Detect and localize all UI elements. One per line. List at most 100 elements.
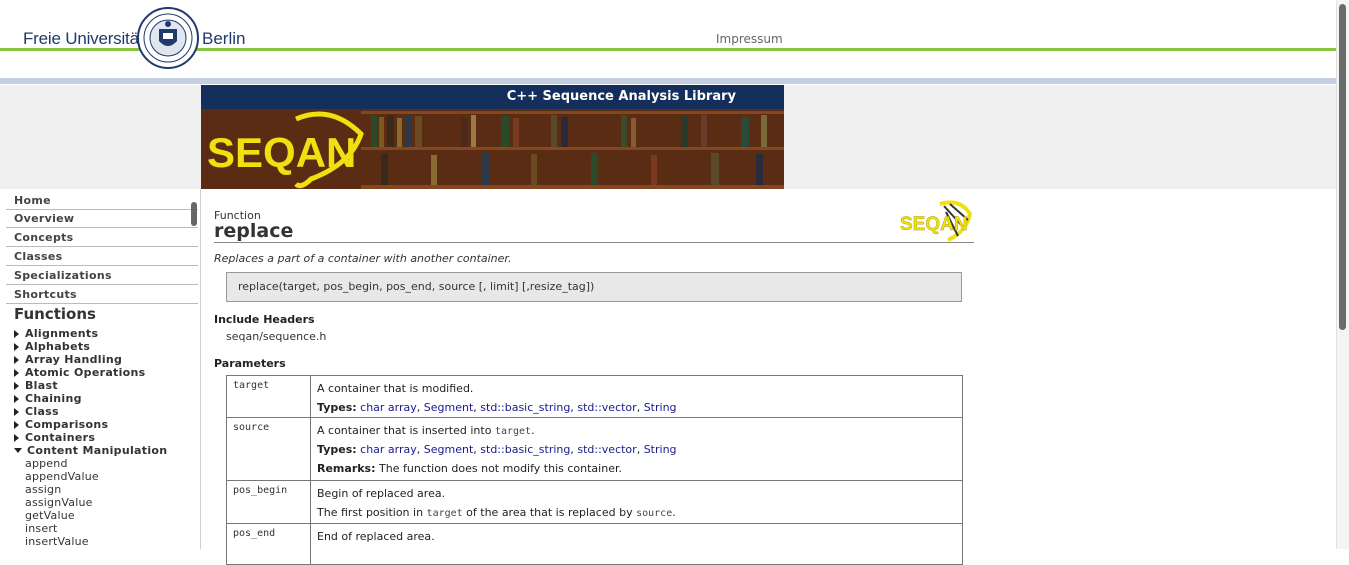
param-types: Types: char array, Segment, std::basic_s… bbox=[317, 443, 677, 456]
category-label: Chaining bbox=[25, 392, 82, 405]
fu-seal-icon[interactable] bbox=[137, 7, 199, 69]
remarks-label: Remarks: bbox=[317, 462, 376, 475]
types-label: Types: bbox=[317, 401, 357, 414]
banner-title-bar: C++ Sequence Analysis Library bbox=[201, 85, 784, 109]
nav-item-shortcuts[interactable]: Shortcuts bbox=[6, 285, 198, 304]
category-label: Containers bbox=[25, 431, 96, 444]
type-link-basic-string[interactable]: std::basic_string bbox=[480, 443, 570, 456]
bookshelf-image: SEQAN bbox=[201, 109, 784, 189]
param-row-pos-begin: pos_begin Begin of replaced area. The fi… bbox=[227, 481, 962, 524]
category-label: Comparisons bbox=[25, 418, 109, 431]
parameters-table: target A container that is modified. Typ… bbox=[226, 375, 963, 565]
function-link-appendvalue[interactable]: appendValue bbox=[25, 470, 99, 483]
category-array-handling[interactable]: Array Handling bbox=[14, 353, 122, 366]
desc-text: . bbox=[531, 424, 535, 437]
function-link-append[interactable]: append bbox=[25, 457, 68, 470]
param-row-pos-end: pos_end End of replaced area. bbox=[227, 524, 962, 565]
param-name-cell: pos_end bbox=[227, 524, 311, 564]
seqan-small-logo[interactable]: SEQAN bbox=[900, 198, 972, 246]
fu-header: Freie Universität Berlin Impressum bbox=[0, 0, 1349, 85]
nav-item-classes[interactable]: Classes bbox=[6, 247, 198, 266]
category-label: Alphabets bbox=[25, 340, 91, 353]
page-title: replace bbox=[214, 220, 294, 242]
expand-arrow-icon bbox=[14, 369, 19, 377]
doc-summary: Replaces a part of a container with anot… bbox=[214, 252, 512, 265]
include-header-file: seqan/sequence.h bbox=[226, 330, 327, 343]
param-description: A container that is modified. bbox=[317, 382, 474, 395]
desc-text: A container that is inserted into bbox=[317, 424, 492, 437]
function-link-insert[interactable]: insert bbox=[25, 522, 58, 535]
expand-arrow-icon bbox=[14, 421, 19, 429]
expand-arrow-icon bbox=[14, 408, 19, 416]
nav-label: Concepts bbox=[14, 231, 74, 244]
type-link-string[interactable]: String bbox=[644, 443, 677, 456]
seqan-banner: C++ Sequence Analysis Library SEQAN bbox=[201, 85, 784, 189]
type-link-basic-string[interactable]: std::basic_string bbox=[480, 401, 570, 414]
nav-label: Classes bbox=[14, 250, 63, 263]
fu-logo-text-left[interactable]: Freie Universität bbox=[23, 29, 144, 49]
category-alphabets[interactable]: Alphabets bbox=[14, 340, 90, 353]
param-types: Types: char array, Segment, std::basic_s… bbox=[317, 401, 677, 414]
remarks-text: The function does not modify this contai… bbox=[379, 462, 622, 475]
functions-heading: Functions bbox=[14, 305, 96, 323]
type-link-segment[interactable]: Segment bbox=[424, 401, 474, 414]
category-containers[interactable]: Containers bbox=[14, 431, 95, 444]
category-class[interactable]: Class bbox=[14, 405, 59, 418]
type-link-vector[interactable]: std::vector bbox=[577, 401, 636, 414]
type-link-string[interactable]: String bbox=[644, 401, 677, 414]
include-headers-heading: Include Headers bbox=[214, 313, 315, 326]
desc-text: The first position in bbox=[317, 506, 424, 519]
desc-code: source bbox=[636, 508, 673, 519]
type-link-segment[interactable]: Segment bbox=[424, 443, 474, 456]
nav-item-concepts[interactable]: Concepts bbox=[6, 228, 198, 247]
category-blast[interactable]: Blast bbox=[14, 379, 58, 392]
function-link-assign[interactable]: assign bbox=[25, 483, 61, 496]
function-link-insertvalue[interactable]: insertValue bbox=[25, 535, 89, 548]
desc-text: . bbox=[672, 506, 676, 519]
param-name: source bbox=[233, 422, 270, 433]
category-label: Class bbox=[25, 405, 59, 418]
bookshelf-graphic: SEQAN bbox=[201, 109, 784, 189]
category-comparisons[interactable]: Comparisons bbox=[14, 418, 108, 431]
nav-label: Specializations bbox=[14, 269, 112, 282]
fu-logo-text-right[interactable]: Berlin bbox=[202, 29, 245, 49]
function-signature: replace(target, pos_begin, pos_end, sour… bbox=[238, 280, 595, 293]
category-label: Array Handling bbox=[25, 353, 123, 366]
expand-arrow-icon bbox=[14, 356, 19, 364]
category-chaining[interactable]: Chaining bbox=[14, 392, 82, 405]
desc-code: target bbox=[426, 508, 463, 519]
type-link-char-array[interactable]: char array bbox=[360, 443, 417, 456]
param-remarks: Remarks: The function does not modify th… bbox=[317, 459, 962, 478]
category-label: Blast bbox=[25, 379, 58, 392]
category-atomic-operations[interactable]: Atomic Operations bbox=[14, 366, 146, 379]
param-name-cell: source bbox=[227, 418, 311, 480]
desc-text: of the area that is replaced by bbox=[466, 506, 633, 519]
type-link-vector[interactable]: std::vector bbox=[577, 443, 636, 456]
window-scrollbar-thumb[interactable] bbox=[1339, 4, 1346, 330]
param-name: pos_begin bbox=[233, 485, 288, 496]
seqan-small-logo-text: SEQAN bbox=[900, 214, 968, 235]
param-detail: The first position in target of the area… bbox=[317, 503, 962, 522]
function-link-getvalue[interactable]: getValue bbox=[25, 509, 75, 522]
expand-arrow-icon bbox=[14, 434, 19, 442]
title-divider bbox=[214, 242, 974, 243]
impressum-link[interactable]: Impressum bbox=[716, 32, 783, 46]
banner-title: C++ Sequence Analysis Library bbox=[506, 89, 736, 104]
param-description: Begin of replaced area. bbox=[317, 487, 446, 500]
nav-item-home[interactable]: Home bbox=[6, 191, 198, 210]
nav-item-overview[interactable]: Overview bbox=[6, 209, 198, 228]
param-description: End of replaced area. bbox=[317, 530, 435, 543]
nav-item-specializations[interactable]: Specializations bbox=[6, 266, 198, 285]
desc-code: target bbox=[494, 426, 532, 437]
nav-label: Overview bbox=[14, 212, 75, 225]
sidebar-scrollbar[interactable] bbox=[191, 202, 197, 226]
signature-box: replace(target, pos_begin, pos_end, sour… bbox=[226, 272, 962, 302]
expand-arrow-icon bbox=[14, 382, 19, 390]
parameters-heading: Parameters bbox=[214, 357, 286, 370]
param-name: pos_end bbox=[233, 528, 276, 539]
category-content-manipulation[interactable]: Content Manipulation bbox=[14, 444, 167, 457]
type-link-char-array[interactable]: char array bbox=[360, 401, 417, 414]
function-link-assignvalue[interactable]: assignValue bbox=[25, 496, 93, 509]
category-alignments[interactable]: Alignments bbox=[14, 327, 98, 340]
category-label: Alignments bbox=[25, 327, 99, 340]
